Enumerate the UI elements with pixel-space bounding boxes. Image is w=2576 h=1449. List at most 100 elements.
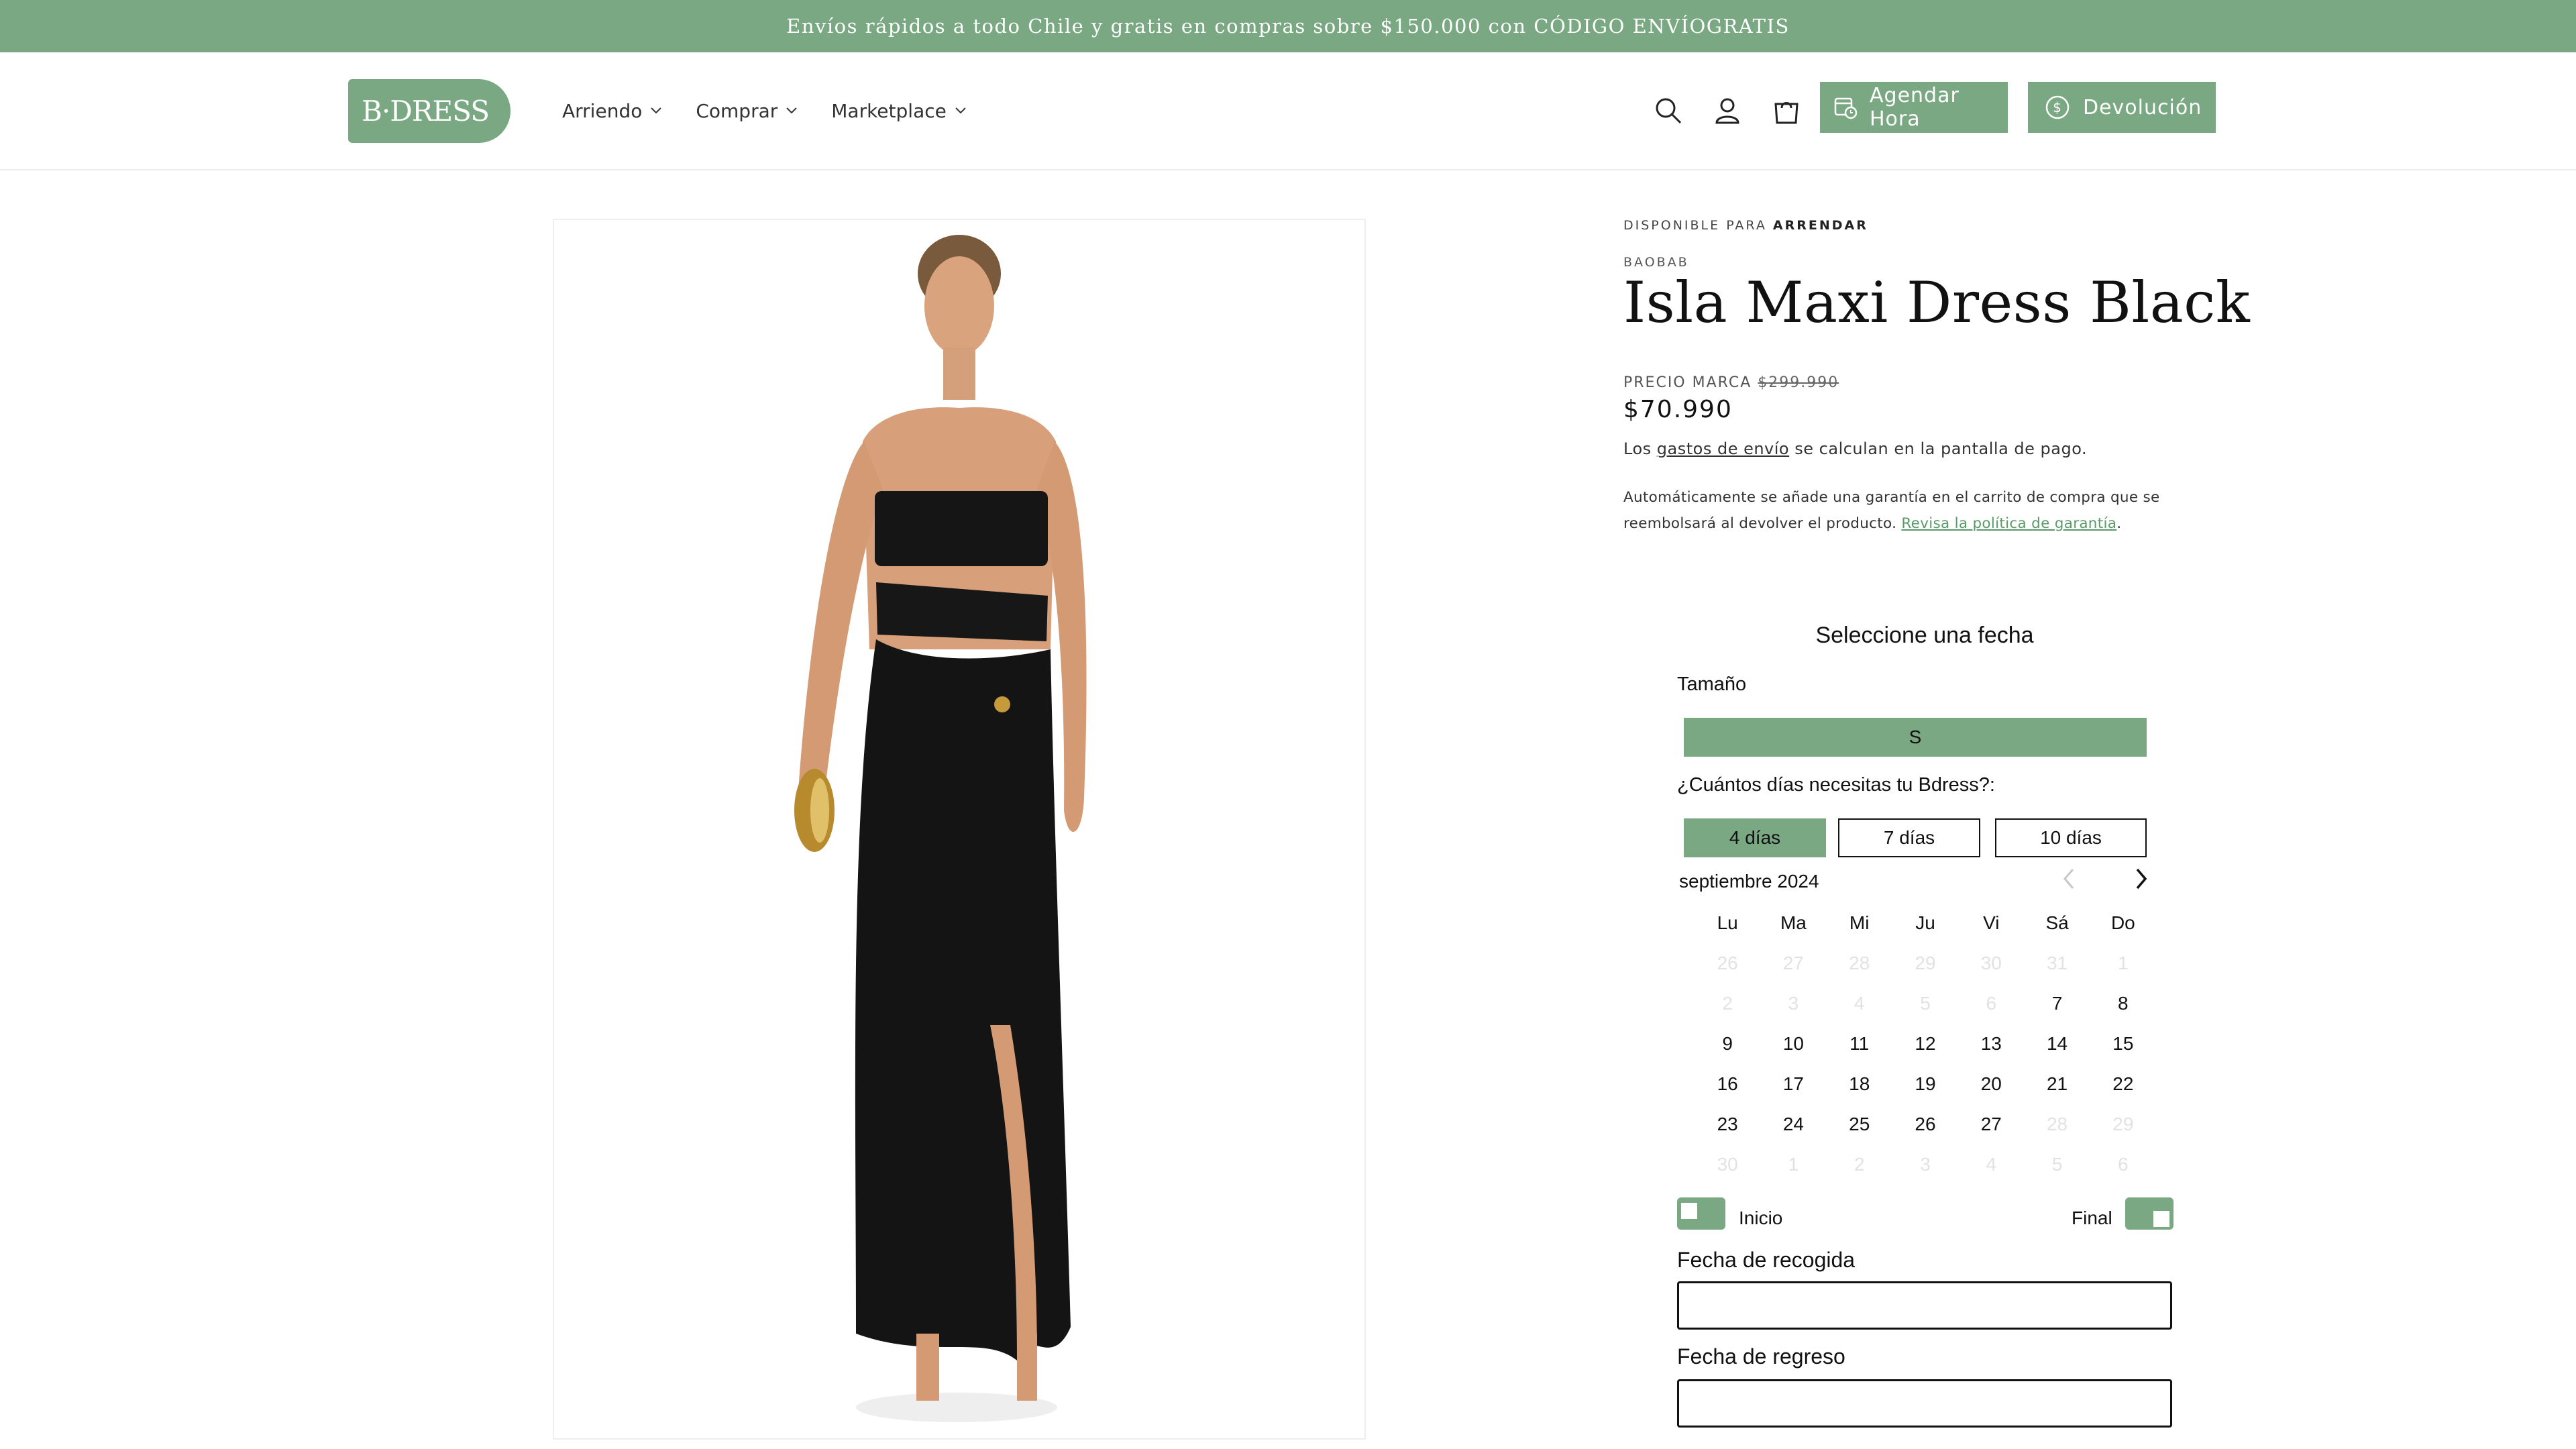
- warranty-policy-link[interactable]: Revisa la política de garantía: [1901, 515, 2116, 532]
- calendar-day[interactable]: 16: [1695, 1064, 1760, 1104]
- size-label: Tamaño: [1677, 674, 1747, 695]
- calendar-day: 2: [1722, 993, 1733, 1014]
- calendar-month: septiembre 2024: [1679, 871, 1819, 892]
- calendar-day[interactable]: 26: [1892, 1104, 1958, 1144]
- calendar-day[interactable]: 21: [2024, 1064, 2090, 1104]
- calendar-week: 16 17 18 19 20 21 22: [1695, 1064, 2156, 1104]
- calendar-day: 26: [1717, 953, 1738, 973]
- calendar-day[interactable]: 10: [1760, 1024, 1826, 1064]
- chevron-left-icon[interactable]: [2057, 865, 2081, 896]
- calendar-day: 31: [2046, 953, 2068, 973]
- calendar-day: 30: [1717, 1154, 1738, 1175]
- chevron-down-icon: [955, 107, 966, 114]
- logo[interactable]: B·DRESS: [348, 79, 511, 143]
- shipping-prefix: Los: [1623, 439, 1652, 458]
- calendar-day[interactable]: 7: [2024, 983, 2090, 1024]
- calendar-day: 2: [1854, 1154, 1865, 1175]
- calendar-day: 29: [1915, 953, 1936, 973]
- logo-text: B·DRESS: [362, 95, 490, 127]
- product-brand: BAOBAB: [1623, 255, 1689, 270]
- calendar-week: 26 27 28 29 30 31 1: [1695, 943, 2156, 983]
- calendar-day: 5: [2051, 1154, 2063, 1175]
- start-toggle-label: Inicio: [1739, 1208, 1783, 1228]
- weekday-label: Vi: [1983, 912, 2000, 933]
- calendar-day[interactable]: 9: [1695, 1024, 1760, 1064]
- calendar-day: 3: [1920, 1154, 1931, 1175]
- weekday-label: Mi: [1849, 912, 1870, 933]
- pickup-date-label: Fecha de recogida: [1677, 1248, 1856, 1272]
- end-toggle[interactable]: [2125, 1197, 2174, 1230]
- brand-price-line: PRECIO MARCA $299.990: [1623, 374, 1839, 391]
- weekday-label: Sá: [2045, 912, 2069, 933]
- main-nav: Arriendo Comprar Marketplace: [562, 52, 1000, 169]
- calendar-day[interactable]: 20: [1958, 1064, 2024, 1104]
- calendar-day[interactable]: 12: [1892, 1024, 1958, 1064]
- calendar-week: 30 1 2 3 4 5 6: [1695, 1144, 2156, 1185]
- nav-item-label: Arriendo: [562, 99, 643, 122]
- dress-model-illustration: [794, 235, 1087, 1422]
- days-option-label: 10 días: [2040, 827, 2102, 848]
- announcement-bar: Envíos rápidos a todo Chile y gratis en …: [0, 0, 2576, 52]
- calendar-day[interactable]: 15: [2090, 1024, 2156, 1064]
- calendar-day: 27: [1782, 953, 1804, 973]
- calendar-day[interactable]: 13: [1958, 1024, 2024, 1064]
- calendar-day[interactable]: 18: [1827, 1064, 1892, 1104]
- chevron-down-icon: [786, 107, 797, 114]
- toggle-knob: [1681, 1203, 1697, 1219]
- calendar-day: 30: [1980, 953, 2002, 973]
- nav-item-label: Comprar: [696, 99, 778, 122]
- svg-text:$: $: [2053, 99, 2062, 115]
- account-icon[interactable]: [1711, 94, 1744, 127]
- schedule-button[interactable]: Agendar Hora: [1820, 82, 2008, 133]
- calendar-day[interactable]: 11: [1827, 1024, 1892, 1064]
- pickup-date-input[interactable]: [1677, 1281, 2172, 1330]
- calendar-day: 3: [1788, 993, 1799, 1014]
- calendar-day[interactable]: 14: [2024, 1024, 2090, 1064]
- days-option-10[interactable]: 10 días: [1995, 818, 2147, 857]
- return-button[interactable]: $ Devolución: [2028, 82, 2216, 133]
- return-button-label: Devolución: [2083, 95, 2202, 119]
- chevron-right-icon[interactable]: [2129, 865, 2153, 896]
- calendar-day[interactable]: 22: [2090, 1064, 2156, 1104]
- cart-icon[interactable]: [1770, 94, 1803, 127]
- size-option-s[interactable]: S: [1684, 718, 2147, 757]
- calendar-day: 28: [2046, 1114, 2068, 1134]
- start-toggle[interactable]: [1677, 1197, 1725, 1230]
- product-image[interactable]: [553, 219, 1366, 1440]
- nav-item-label: Marketplace: [831, 99, 947, 122]
- rental-price: $70.990: [1623, 396, 1733, 423]
- dollar-return-icon: $: [2044, 94, 2071, 121]
- booking-title: Seleccione una fecha: [1815, 623, 2034, 648]
- toggle-knob: [2153, 1211, 2169, 1227]
- weekday-label: Do: [2110, 912, 2135, 933]
- availability-prefix: DISPONIBLE PARA: [1623, 218, 1767, 233]
- shipping-suffix: se calculan en la pantalla de pago.: [1794, 439, 2088, 458]
- days-option-label: 4 días: [1729, 827, 1781, 848]
- calendar-day[interactable]: 24: [1760, 1104, 1826, 1144]
- calendar-day: 5: [1920, 993, 1931, 1014]
- calendar-days: 26 27 28 29 30 31 1 2 3 4 5 6 7 8 9 10 11 12 13 14 15 16 17 18 1…: [1695, 943, 2156, 1185]
- calendar-day[interactable]: 25: [1827, 1104, 1892, 1144]
- shipping-link[interactable]: gastos de envío: [1657, 439, 1789, 458]
- calendar-day[interactable]: 23: [1695, 1104, 1760, 1144]
- calendar-day: 29: [2112, 1114, 2134, 1134]
- nav-item-marketplace[interactable]: Marketplace: [831, 100, 967, 122]
- size-option-label: S: [1909, 727, 1922, 747]
- warranty-end: .: [2116, 515, 2122, 532]
- return-date-label: Fecha de regreso: [1677, 1344, 1845, 1368]
- search-icon[interactable]: [1652, 94, 1685, 127]
- availability-mode: ARRENDAR: [1772, 218, 1868, 233]
- days-label: ¿Cuántos días necesitas tu Bdress?:: [1677, 774, 1995, 796]
- calendar-day: 6: [2118, 1154, 2129, 1175]
- calendar-day[interactable]: 17: [1760, 1064, 1826, 1104]
- days-option-4[interactable]: 4 días: [1684, 818, 1826, 857]
- nav-item-arriendo[interactable]: Arriendo: [562, 100, 662, 122]
- days-option-7[interactable]: 7 días: [1838, 818, 1980, 857]
- nav-item-comprar[interactable]: Comprar: [696, 100, 798, 122]
- calendar-day[interactable]: 8: [2090, 983, 2156, 1024]
- calendar-day[interactable]: 27: [1958, 1104, 2024, 1144]
- calendar-day[interactable]: 19: [1892, 1064, 1958, 1104]
- return-date-input[interactable]: [1677, 1379, 2172, 1428]
- brand-price: $299.990: [1758, 374, 1839, 391]
- end-toggle-label: Final: [2072, 1208, 2112, 1228]
